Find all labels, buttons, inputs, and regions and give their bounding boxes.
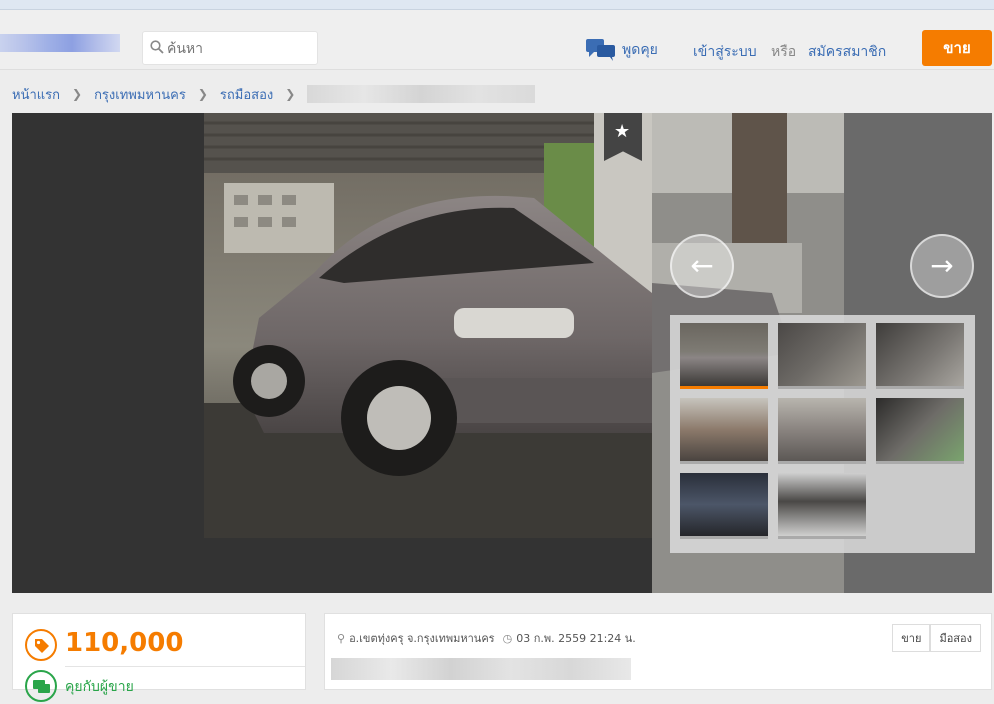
price-divider <box>65 666 305 667</box>
clock-icon: ◷ <box>502 631 513 645</box>
chat-label: พูดคุย <box>622 42 658 58</box>
listing-price: 110,000 <box>65 628 184 658</box>
prev-photo-button[interactable]: ← <box>670 234 734 298</box>
breadcrumb-province[interactable]: กรุงเทพมหานคร <box>94 84 186 105</box>
star-icon: ★ <box>614 121 631 142</box>
thumbnail-5[interactable] <box>778 398 866 464</box>
chat-icon <box>25 670 57 702</box>
listing-datetime: 03 ก.พ. 2559 21:24 น. <box>516 632 636 645</box>
listing-meta: ⚲ อ.เขตทุ่งครุ จ.กรุงเทพมหานคร ◷ 03 ก.พ.… <box>337 629 636 647</box>
tag-sell[interactable]: ขาย <box>892 624 931 652</box>
tag-used[interactable]: มือสอง <box>930 624 981 652</box>
price-tag-icon <box>25 629 57 661</box>
listing-location[interactable]: อ.เขตทุ่งครุ จ.กรุงเทพมหานคร <box>349 629 495 647</box>
chat-with-seller-link[interactable]: คุยกับผู้ขาย <box>65 676 134 698</box>
chevron-right-icon: ❯ <box>285 87 296 101</box>
listing-tags: ขาย มือสอง <box>892 624 981 652</box>
thumbnail-4[interactable] <box>680 398 768 464</box>
listing-title-blurred <box>331 658 631 680</box>
site-header: พูดคุย เข้าสู่ระบบ หรือ สมัครสมาชิก ขาย <box>0 10 994 70</box>
breadcrumb-category[interactable]: รถมือสอง <box>220 84 273 105</box>
thumbnail-8[interactable] <box>778 473 866 539</box>
site-logo[interactable] <box>0 34 120 52</box>
breadcrumb-listing-title-blurred <box>307 85 536 103</box>
thumbnail-7[interactable] <box>680 473 768 539</box>
chevron-right-icon: ❯ <box>72 87 83 101</box>
signup-link[interactable]: สมัครสมาชิก <box>808 41 886 63</box>
search-input[interactable] <box>167 38 312 60</box>
breadcrumb: หน้าแรก ❯ กรุงเทพมหานคร ❯ รถมือสอง ❯ <box>12 84 536 105</box>
breadcrumb-home[interactable]: หน้าแรก <box>12 84 60 105</box>
search-box[interactable] <box>142 31 318 65</box>
browser-top-strip <box>0 0 994 10</box>
login-link[interactable]: เข้าสู่ระบบ <box>693 41 757 63</box>
location-pin-icon: ⚲ <box>337 631 346 645</box>
main-car-photo[interactable] <box>204 113 652 538</box>
chat-bubbles-icon <box>586 39 615 61</box>
price-panel: 110,000 คุยกับผู้ขาย <box>12 613 306 702</box>
thumbnail-grid <box>670 315 975 553</box>
thumbnail-2[interactable] <box>778 323 866 389</box>
search-icon <box>150 40 164 54</box>
or-label: หรือ <box>771 44 797 60</box>
arrow-right-icon: → <box>930 249 954 282</box>
thumbnail-3[interactable] <box>876 323 964 389</box>
next-photo-button[interactable]: → <box>910 234 974 298</box>
chevron-right-icon: ❯ <box>197 87 208 101</box>
sell-button[interactable]: ขาย <box>922 30 992 66</box>
chat-link[interactable]: พูดคุย <box>586 38 658 62</box>
photo-gallery: ★ ← → <box>12 113 992 593</box>
thumbnail-6[interactable] <box>876 398 964 464</box>
arrow-left-icon: ← <box>690 249 714 282</box>
listing-info-panel: ⚲ อ.เขตทุ่งครุ จ.กรุงเทพมหานคร ◷ 03 ก.พ.… <box>324 613 992 690</box>
thumbnail-1[interactable] <box>680 323 768 389</box>
